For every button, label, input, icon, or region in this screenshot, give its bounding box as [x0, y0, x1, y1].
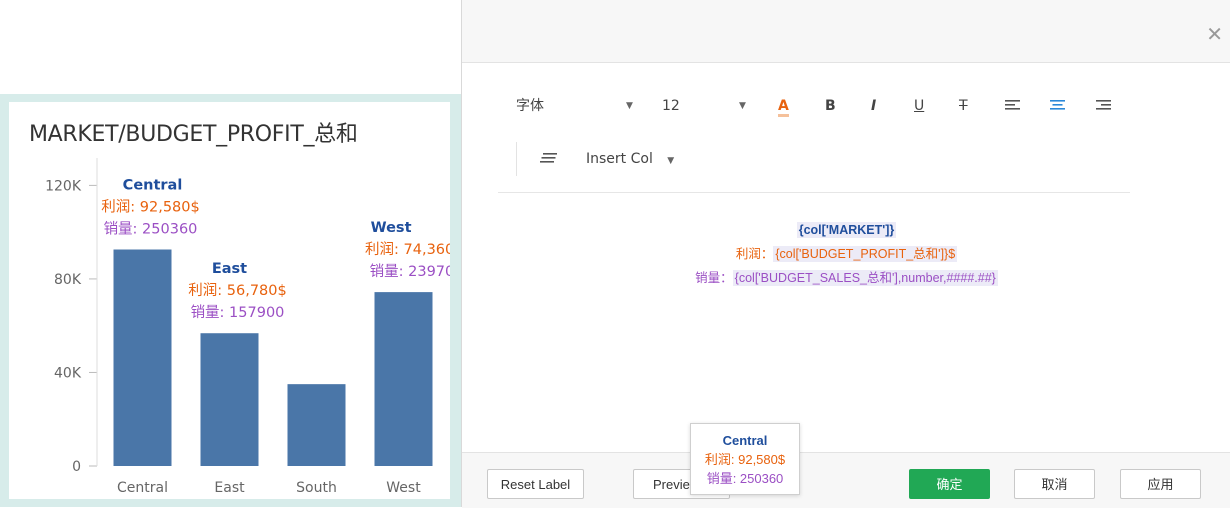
dialog-header: ✕ — [462, 0, 1230, 63]
sales-expression: 销量： {col['BUDGET_SALES_总和'],number,####.#… — [462, 266, 1230, 290]
sales-prefix: 销量： — [695, 271, 733, 285]
data-label-sales: 销量: 157900 — [191, 304, 285, 321]
x-tick-label: Central — [117, 480, 168, 496]
data-label-profit: 利润: 74,360$ — [365, 241, 450, 258]
sales-expression-text: {col['BUDGET_SALES_总和'],number,####.##} — [732, 270, 998, 286]
font-family-select[interactable]: 字体 — [516, 94, 544, 118]
italic-button[interactable]: I — [871, 94, 876, 118]
font-size-value: 12 — [662, 98, 680, 114]
justify-button[interactable] — [540, 147, 558, 171]
x-tick-label: South — [296, 480, 337, 496]
insert-col-label: Insert Col — [586, 151, 653, 167]
align-center-icon — [1050, 100, 1065, 110]
data-label-profit: 利润: 56,780$ — [188, 282, 286, 299]
data-label-market: East — [212, 261, 247, 277]
y-tick-label: 120K — [45, 178, 82, 194]
label-editor-dialog: ✕ 字体 ▼ 12 ▼ A B I U T Insert Col ▼ {col[… — [461, 0, 1230, 508]
bar-south — [287, 384, 346, 466]
x-tick-label: East — [214, 480, 245, 496]
bar-chart: 0 40K 80K 120K Central Central 利润: 92,580$ 销量: … — [45, 158, 450, 496]
bold-button[interactable]: B — [825, 94, 836, 118]
data-label-profit: 利润: 92,580$ — [101, 199, 199, 216]
dialog-footer: Reset Label Preview 确定 取消 应用 — [462, 452, 1230, 508]
profit-prefix: 利润： — [735, 247, 774, 261]
toolbar-divider — [498, 192, 1130, 193]
bar-west — [374, 292, 433, 466]
tooltip-market: Central — [722, 433, 768, 448]
font-size-select[interactable]: 12 — [662, 94, 680, 118]
apply-button[interactable]: 应用 — [1120, 469, 1201, 499]
tooltip-profit: 利润: 92,580$ — [704, 452, 786, 467]
cancel-button[interactable]: 取消 — [1014, 469, 1095, 499]
data-label-market: Central — [123, 178, 183, 194]
label-preview-tooltip: Central 利润: 92,580$ 销量: 250360 — [690, 423, 800, 495]
close-icon[interactable]: ✕ — [1206, 22, 1223, 46]
profit-expression-text: {col['BUDGET_PROFIT_总和']}$ — [773, 246, 958, 262]
align-left-icon — [1005, 100, 1020, 110]
insert-col-select[interactable]: Insert Col ▼ — [586, 147, 674, 171]
chart-panel: MARKET/BUDGET_PROFIT_总和 0 40K 80K 120K Centr… — [0, 94, 461, 507]
y-tick-label: 40K — [54, 365, 82, 381]
y-tick-label: 0 — [72, 459, 81, 475]
font-family-value: 字体 — [516, 98, 544, 114]
strikethrough-button[interactable]: T — [959, 94, 968, 118]
profit-expression: 利润： {col['BUDGET_PROFIT_总和']}$ — [462, 242, 1230, 266]
align-left-button[interactable] — [1005, 94, 1021, 118]
justify-icon — [540, 153, 557, 163]
data-label-market: West — [371, 220, 412, 236]
reset-label-button[interactable]: Reset Label — [487, 469, 584, 499]
align-right-button[interactable] — [1096, 94, 1112, 118]
bar-central — [113, 249, 172, 466]
underline-button[interactable]: U — [914, 94, 924, 118]
tooltip-sales: 销量: 250360 — [706, 471, 784, 486]
data-label-sales: 销量: 239700 — [370, 263, 450, 280]
divider — [516, 142, 517, 176]
chart-card: MARKET/BUDGET_PROFIT_总和 0 40K 80K 120K Centr… — [9, 102, 450, 499]
label-editor-content[interactable]: {col['MARKET']} 利润： {col['BUDGET_PROFIT_总… — [462, 218, 1230, 290]
market-expression-text: {col['MARKET']} — [796, 222, 897, 238]
font-color-icon: A — [778, 98, 789, 117]
bar-east — [200, 333, 259, 466]
align-right-icon — [1096, 100, 1111, 110]
y-tick-label: 80K — [54, 272, 82, 288]
chevron-down-icon[interactable]: ▼ — [626, 94, 633, 118]
font-color-button[interactable]: A — [778, 94, 789, 118]
data-label-sales: 销量: 250360 — [104, 221, 198, 238]
confirm-button[interactable]: 确定 — [909, 469, 990, 499]
chevron-down-icon: ▼ — [667, 156, 675, 166]
align-center-button[interactable] — [1050, 94, 1066, 118]
chevron-down-icon[interactable]: ▼ — [739, 94, 746, 118]
market-expression: {col['MARKET']} — [462, 218, 1230, 242]
x-tick-label: West — [386, 480, 421, 496]
